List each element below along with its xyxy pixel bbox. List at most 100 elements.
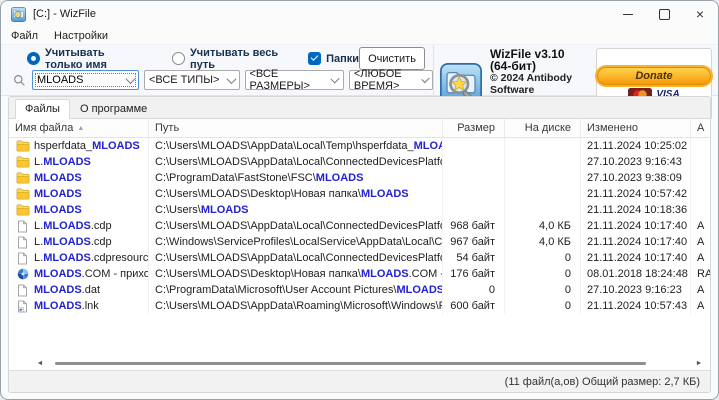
file-disk-cell: 0 <box>505 250 581 266</box>
table-row[interactable]: MLOADS C:\Users\MLOADS 21.11.2024 10:18:36 <box>9 202 710 218</box>
close-button[interactable]: × <box>682 1 718 27</box>
file-path-cell: C:\Users\MLOADS <box>149 202 443 218</box>
folder-icon <box>15 156 30 168</box>
file-path-text: C:\Users\MLOADS\AppData\Local\ConnectedD… <box>155 220 442 232</box>
status-summary: (11 файл(а,ов) Общий размер: 2,7 КБ) <box>504 375 700 388</box>
file-disk-cell <box>505 170 581 186</box>
file-disk-cell <box>505 154 581 170</box>
header-attributes[interactable]: А <box>691 119 710 137</box>
size-filter-combo[interactable]: <ВСЕ РАЗМЕРЫ> <box>244 68 344 92</box>
scroll-right-icon[interactable]: ► <box>692 357 706 370</box>
copyright: © 2024 Antibody Software <box>490 72 573 96</box>
file-modified-cell: 27.10.2023 9:16:23 <box>581 282 691 298</box>
table-row[interactable]: MLOADS C:\ProgramData\FastStone\FSC\MLOAD… <box>9 170 710 186</box>
file-size-cell <box>443 186 505 202</box>
window-title: [C:] - WizFile <box>33 8 96 20</box>
folder-icon <box>15 204 30 216</box>
table-row[interactable]: L.MLOADS C:\Users\MLOADS\AppData\Local\Co… <box>9 154 710 170</box>
file-size-cell: 967 байт <box>443 234 505 250</box>
horizontal-scrollbar[interactable]: ◄ ► <box>9 357 710 370</box>
file-size-cell: 176 байт <box>443 266 505 282</box>
table-row[interactable]: MLOADS.dat C:\ProgramData\Microsoft\User … <box>9 282 710 298</box>
clear-button[interactable]: Очистить <box>359 47 425 71</box>
header-path[interactable]: Путь <box>149 119 443 137</box>
file-attr-cell: А <box>697 236 705 248</box>
menu-file[interactable]: Файл <box>11 30 38 42</box>
file-name-text: MLOADS <box>34 204 82 216</box>
time-filter-combo[interactable]: <ЛЮБОЕ ВРЕМЯ> <box>348 68 433 92</box>
file-path-text: C:\ProgramData\FastStone\FSC\MLOADS <box>155 172 364 184</box>
file-attr-cell: RA <box>697 268 710 280</box>
file-path-text: C:\Users\MLOADS\AppData\Local\ConnectedD… <box>155 156 442 168</box>
menu-settings[interactable]: Настройки <box>54 30 108 42</box>
file-name-cell: L.MLOADS.cdp <box>9 234 149 250</box>
table-row[interactable]: MLOADS.COM - приходи за сс C:\Users\MLOAD… <box>9 266 710 282</box>
file-attr-cell: А <box>697 220 705 232</box>
file-disk-cell: 4,0 КБ <box>505 218 581 234</box>
file-disk-cell: 4,0 КБ <box>505 234 581 250</box>
file-path-cell: C:\Users\MLOADS\Desktop\Новая папка\MLOA… <box>149 186 443 202</box>
file-size-cell: 968 байт <box>443 218 505 234</box>
table-row[interactable]: L.MLOADS.cdpresource C:\Users\MLOADS\AppD… <box>9 250 710 266</box>
search-input[interactable] <box>37 74 117 87</box>
file-modified-cell: 08.01.2018 18:24:48 <box>581 266 691 282</box>
table-row[interactable]: MLOADS.lnk C:\Users\MLOADS\AppData\Roamin… <box>9 298 710 314</box>
file-path-cell: C:\Users\MLOADS\AppData\Local\ConnectedD… <box>149 154 443 170</box>
filter-options-row: Учитывать только имя Учитывать весь путь… <box>13 46 433 71</box>
file-modified-cell: 21.11.2024 10:57:43 <box>581 298 691 314</box>
file-path-cell: C:\ProgramData\Microsoft\User Account Pi… <box>149 282 443 298</box>
checkbox-folders[interactable]: Папки <box>308 52 359 66</box>
search-controls: Учитывать только имя Учитывать весь путь… <box>1 45 433 95</box>
radio-full-path-label: Учитывать весь путь <box>189 46 279 71</box>
radio-name-only[interactable]: Учитывать только имя <box>27 47 144 71</box>
search-combo[interactable] <box>32 70 139 91</box>
file-path-cell: C:\Users\MLOADS\AppData\Local\ConnectedD… <box>149 218 443 234</box>
radio-selected-icon <box>27 52 40 66</box>
table-row[interactable]: L.MLOADS.cdp C:\Users\MLOADS\AppData\Loca… <box>9 218 710 234</box>
type-filter-combo[interactable]: <ВСЕ ТИПЫ> <box>143 70 240 91</box>
maximize-button[interactable] <box>646 1 682 27</box>
chevron-down-icon <box>226 73 236 84</box>
file-name-cell: MLOADS <box>9 170 149 186</box>
file-attr-cell <box>691 202 710 218</box>
scroll-left-icon[interactable]: ◄ <box>33 357 47 370</box>
close-icon: × <box>695 6 705 22</box>
file-size-cell <box>443 170 505 186</box>
donate-button[interactable]: Donate <box>597 67 711 85</box>
file-modified-cell: 21.11.2024 10:17:40 <box>581 250 691 266</box>
scrollbar-thumb[interactable] <box>55 362 646 365</box>
checkbox-checked-icon <box>308 52 322 66</box>
tab-about[interactable]: О программе <box>70 99 157 118</box>
header-modified[interactable]: Изменено <box>581 119 691 137</box>
status-bar: (11 файл(а,ов) Общий размер: 2,7 КБ) <box>9 370 710 392</box>
file-modified-cell: 21.11.2024 10:17:40 <box>581 218 691 234</box>
file-modified-cell: 21.11.2024 10:57:42 <box>581 186 691 202</box>
folder-icon <box>15 140 30 152</box>
file-size-cell: 54 байт <box>443 250 505 266</box>
file-name-cell: L.MLOADS.cdp <box>9 218 149 234</box>
file-modified-cell: 27.10.2023 9:38:09 <box>581 170 691 186</box>
header-size[interactable]: Размер <box>443 119 505 137</box>
file-name-cell: L.MLOADS <box>9 154 149 170</box>
file-attr-cell <box>691 138 710 154</box>
file-name-text: MLOADS.dat <box>34 284 101 296</box>
maximize-icon <box>658 8 670 20</box>
file-path-text: C:\Users\MLOADS\AppData\Local\Temp\hsper… <box>155 140 442 152</box>
radio-full-path[interactable]: Учитывать весь путь <box>171 46 282 71</box>
table-row[interactable]: MLOADS C:\Users\MLOADS\Desktop\Новая папк… <box>9 186 710 202</box>
file-attr-cell <box>691 186 710 202</box>
chevron-down-icon[interactable] <box>125 73 136 84</box>
minimize-button[interactable] <box>610 1 646 27</box>
file-name-cell: MLOADS.COM - приходи за сс <box>9 266 149 282</box>
header-filename[interactable]: Имя файла ▲ <box>9 119 149 137</box>
minimize-icon <box>623 13 633 15</box>
file-disk-cell: 0 <box>505 298 581 314</box>
file-path-text: C:\ProgramData\Microsoft\User Account Pi… <box>155 284 442 296</box>
table-row[interactable]: hsperfdata_MLOADS C:\Users\MLOADS\AppData… <box>9 138 710 154</box>
app-icon <box>15 268 30 280</box>
tab-files[interactable]: Файлы <box>15 99 70 119</box>
header-disk[interactable]: На диске <box>505 119 581 137</box>
file-name-text: MLOADS.COM - приходи за сс <box>34 268 148 280</box>
file-size-cell <box>443 202 505 218</box>
table-row[interactable]: L.MLOADS.cdp C:\Windows\ServiceProfiles\L… <box>9 234 710 250</box>
